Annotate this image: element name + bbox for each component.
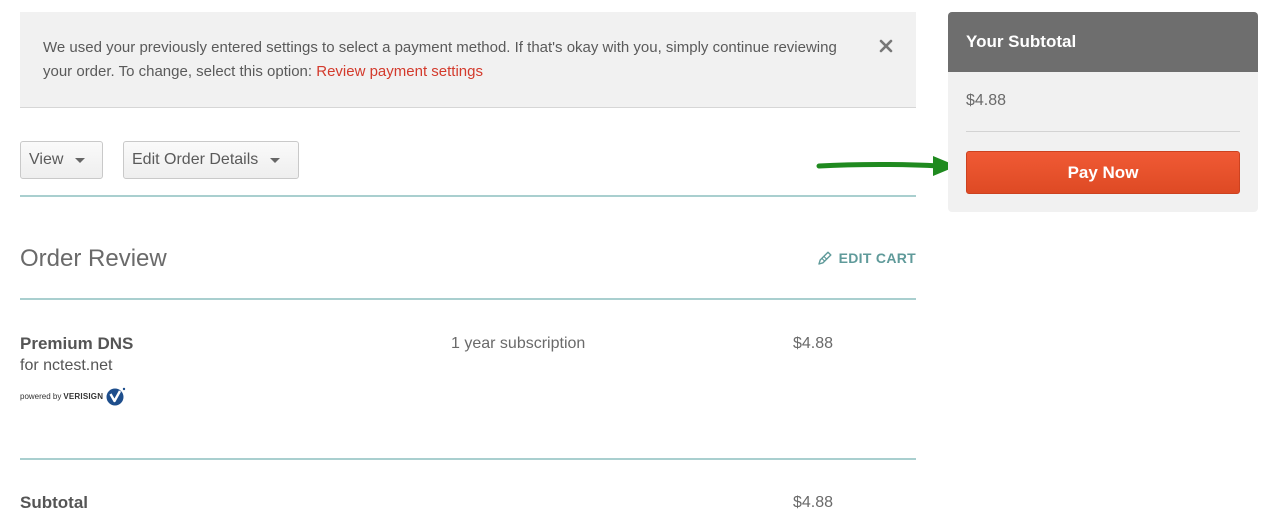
- subtotal-sidebar: Your Subtotal $4.88 Pay Now: [948, 12, 1258, 212]
- caret-down-icon: [270, 157, 281, 163]
- edit-order-details-dropdown[interactable]: Edit Order Details: [123, 141, 299, 179]
- caret-down-icon: [75, 157, 86, 163]
- item-term: 1 year subscription: [451, 335, 586, 352]
- order-review-title: Order Review: [20, 245, 167, 272]
- subtotal-label: Subtotal: [20, 493, 88, 512]
- view-dropdown-label: View: [29, 151, 64, 168]
- pencil-icon: [817, 251, 832, 265]
- sidebar-subtotal-amount: $4.88: [966, 92, 1007, 109]
- divider: [20, 298, 916, 300]
- notice-text: We used your previously entered settings…: [43, 36, 863, 84]
- checkout-page: We used your previously entered settings…: [0, 0, 1269, 530]
- view-dropdown[interactable]: View: [20, 141, 103, 179]
- verisign-text: VERISIGN: [63, 391, 104, 401]
- subtotal-value: $4.88: [793, 494, 834, 511]
- green-arrow-annotation: [816, 156, 957, 176]
- review-payment-settings-link[interactable]: Review payment settings: [316, 63, 483, 80]
- divider: [20, 195, 916, 197]
- payment-notice-banner: We used your previously entered settings…: [20, 12, 916, 108]
- item-name: Premium DNS: [20, 334, 134, 353]
- item-price: $4.88: [793, 335, 834, 352]
- pay-now-button[interactable]: Pay Now: [966, 151, 1240, 194]
- sidebar-header: Your Subtotal: [948, 12, 1258, 72]
- edit-order-details-label: Edit Order Details: [132, 151, 259, 168]
- close-icon[interactable]: [878, 38, 894, 54]
- edit-cart-label: EDIT CART: [838, 250, 916, 266]
- divider: [20, 458, 916, 460]
- edit-cart-link[interactable]: EDIT CART: [817, 250, 916, 266]
- powered-by-verisign-logo: powered by VERISIGN: [20, 386, 127, 406]
- verisign-checkmark-icon: [106, 387, 126, 406]
- powered-by-text: powered by: [20, 391, 62, 401]
- item-domain: for nctest.net: [20, 357, 113, 374]
- divider: [966, 131, 1240, 132]
